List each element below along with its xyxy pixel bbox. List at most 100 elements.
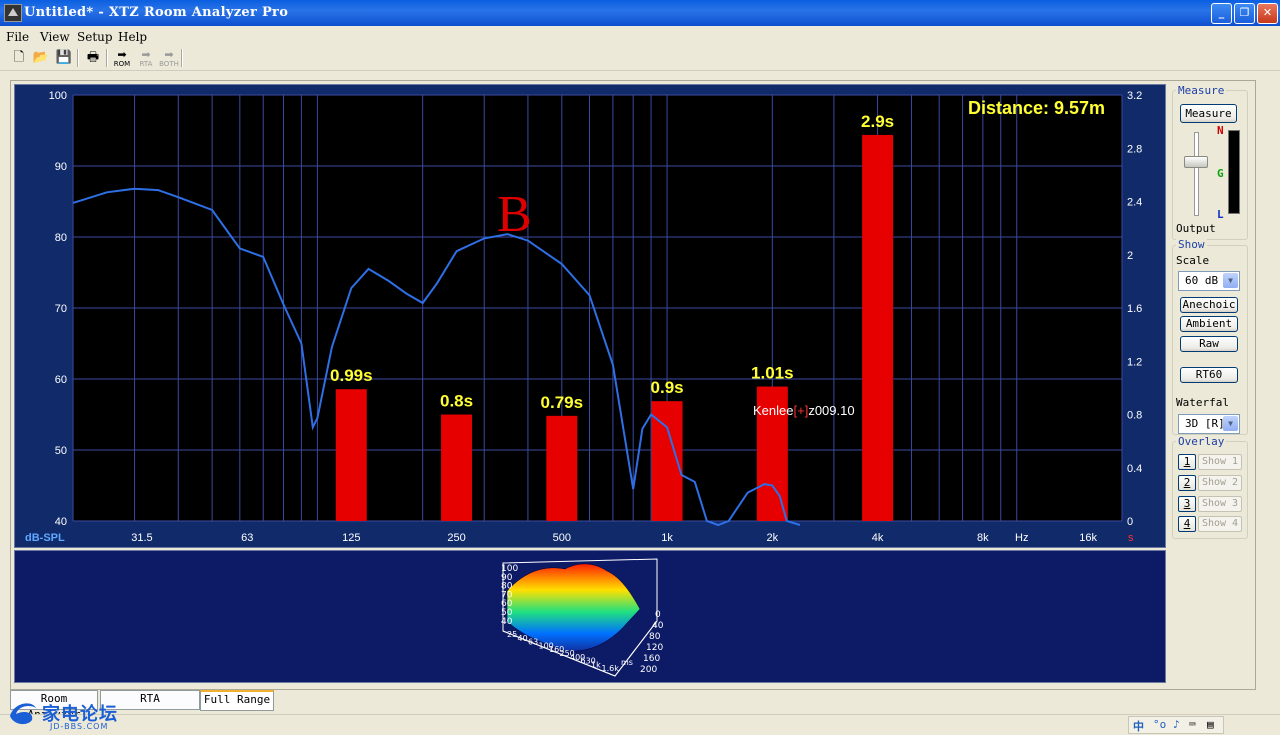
y-left-tick-label: 90 xyxy=(55,161,67,173)
both-button[interactable]: ➡ BOTH xyxy=(158,49,180,69)
annotation-b: B xyxy=(497,186,532,243)
logo-swirl-icon xyxy=(10,703,36,725)
ime-punct-icon[interactable]: °o xyxy=(1153,718,1166,731)
rom-label: ROM xyxy=(113,60,131,68)
waterfall-select[interactable]: 3D [R] ▼ xyxy=(1178,414,1240,434)
x-tick-label: 1k xyxy=(661,532,673,544)
raw-button[interactable]: Raw xyxy=(1180,336,1238,352)
x-unit-label: Hz xyxy=(1015,532,1028,544)
scale-label: Scale xyxy=(1176,254,1210,267)
maximize-button[interactable]: ❐ xyxy=(1234,3,1255,24)
waterfall-panel[interactable]: 100 90 80 70 60 50 40 25 40 63 100 160 250 400 630 1k 1… xyxy=(14,550,1166,683)
waterfall-time-unit: ms xyxy=(621,658,633,667)
measure-button[interactable]: Measure xyxy=(1180,104,1237,123)
rt60-bar-label: 2.9s xyxy=(861,112,894,131)
level-meter xyxy=(1228,130,1240,214)
scale-value: 60 dB xyxy=(1185,274,1219,287)
menu-view[interactable]: View xyxy=(40,30,70,44)
open-folder-icon[interactable]: 📂 xyxy=(32,49,50,67)
rta-button[interactable]: ➡ RTA xyxy=(135,49,157,69)
anechoic-button[interactable]: Anechoic xyxy=(1180,297,1238,313)
toolbar: 🗋 📂 💾 🖶 ➡ ROM ➡ RTA ➡ BOTH xyxy=(0,46,1280,71)
tab-full-range[interactable]: Full Range xyxy=(200,690,274,711)
x-tick-label: 250 xyxy=(447,532,465,544)
y-right-tick-label: 0 xyxy=(1127,516,1133,528)
ime-toolbar[interactable]: 中 °o ♪ ⌨ ▤ xyxy=(1128,716,1224,734)
ime-music-icon[interactable]: ♪ xyxy=(1173,718,1180,731)
rt60-bar-label: 0.9s xyxy=(651,378,684,397)
overlay-2-button[interactable]: 2 xyxy=(1178,475,1196,491)
meter-l-label: L xyxy=(1217,208,1224,221)
status-bar xyxy=(0,714,1280,735)
y-left-tick-label: 100 xyxy=(49,90,67,102)
waterfall-time-tick: 0 xyxy=(655,610,661,620)
y-right-tick-label: 1.6 xyxy=(1127,303,1142,315)
waterfall-freq-tick: 1k xyxy=(591,660,601,669)
menu-setup[interactable]: Setup xyxy=(77,30,113,44)
overlay-4-button[interactable]: 4 xyxy=(1178,516,1196,532)
arrow-right-icon: ➡ xyxy=(141,48,151,61)
distance-readout: Distance: 9.57m xyxy=(968,98,1106,118)
overlay-3-show[interactable]: Show 3 xyxy=(1198,496,1242,512)
chevron-down-icon: ▼ xyxy=(1223,416,1238,431)
overlay-4-show[interactable]: Show 4 xyxy=(1198,516,1242,532)
waterfall-freq-tick: 25 xyxy=(507,630,517,639)
ime-menu-icon[interactable]: ▤ xyxy=(1207,718,1214,731)
overlay-1-button[interactable]: 1 xyxy=(1178,454,1196,470)
chevron-down-icon: ▼ xyxy=(1223,273,1238,288)
overlay-2-show[interactable]: Show 2 xyxy=(1198,475,1242,491)
new-file-icon[interactable]: 🗋 xyxy=(10,49,28,67)
rt60-button[interactable]: RT60 xyxy=(1180,367,1238,383)
slider-thumb[interactable] xyxy=(1184,156,1208,168)
x-tick-label: 8k xyxy=(977,532,989,544)
chart-svg: 405060708090100 00.40.81.21.622.42.83.2 … xyxy=(25,90,1142,544)
waterfall-freq-tick: 40 xyxy=(518,634,528,643)
slider-track xyxy=(1194,132,1199,216)
save-icon[interactable]: 💾 xyxy=(55,49,73,67)
watermark: Kenlee[+]z009.10 xyxy=(753,403,855,418)
waterfall-time-tick: 120 xyxy=(646,643,663,653)
ambient-button[interactable]: Ambient xyxy=(1180,316,1238,332)
rt60-bar-label: 0.99s xyxy=(330,366,373,385)
rt60-bar-label: 1.01s xyxy=(751,364,794,383)
anechoic-label: Anechoic xyxy=(1182,298,1236,311)
app-icon[interactable] xyxy=(4,4,22,22)
waterfall-time-tick: 160 xyxy=(643,654,660,664)
waterfall-label: Waterfal xyxy=(1176,396,1229,409)
rom-button[interactable]: ➡ ROM xyxy=(111,49,133,69)
show-group-label: Show xyxy=(1176,238,1207,251)
measure-button-label: Measure xyxy=(1185,107,1232,120)
rt60-bar xyxy=(441,414,473,521)
x-tick-label: 125 xyxy=(342,532,360,544)
overlay-3-button[interactable]: 3 xyxy=(1178,496,1196,512)
scale-select[interactable]: 60 dB ▼ xyxy=(1178,271,1240,291)
waterfall-value: 3D [R] xyxy=(1185,417,1225,430)
minimize-button[interactable]: _ xyxy=(1211,3,1232,24)
ime-chinese-icon[interactable]: 中 xyxy=(1133,718,1144,734)
logo-subtext: JD-BBS.COM xyxy=(50,722,109,731)
x-tick-label: 4k xyxy=(872,532,884,544)
output-slider[interactable] xyxy=(1182,132,1210,216)
menu-file[interactable]: File xyxy=(6,30,29,44)
overlay-1-show[interactable]: Show 1 xyxy=(1198,454,1242,470)
overlay-group-label: Overlay xyxy=(1176,435,1227,448)
y-right-tick-label: 0.8 xyxy=(1127,410,1142,422)
y-left-tick-label: 60 xyxy=(55,374,67,386)
y-right-tick-label: 0.4 xyxy=(1127,463,1142,475)
menu-help[interactable]: Help xyxy=(118,30,147,44)
waterfall-3d-plot: 100908070605040 25 40 63 1001602504006301k 1… xyxy=(501,558,664,677)
output-label: Output xyxy=(1176,222,1216,235)
rt60-bar-label: 0.79s xyxy=(541,393,584,412)
toolbar-separator xyxy=(181,49,183,67)
y-right-unit: s xyxy=(1128,532,1134,544)
waterfall-freq-tick: 1.6k xyxy=(602,664,620,673)
ime-keyboard-icon[interactable]: ⌨ xyxy=(1189,718,1196,731)
close-button[interactable]: ✕ xyxy=(1257,3,1278,24)
print-icon[interactable]: 🖶 xyxy=(84,49,102,67)
x-tick-label: 63 xyxy=(241,532,253,544)
toolbar-separator xyxy=(106,49,108,67)
frequency-response-graph[interactable]: 40 50 60 70 80 90 100 0 0.4 0.8 1.2 1.6 2 2.4 2.8 3.2 … xyxy=(14,84,1166,548)
y-right-tick-label: 2 xyxy=(1127,250,1133,262)
waterfall-time-tick: 80 xyxy=(649,632,661,642)
y-left-ticks: 40 50 60 70 80 90 100 xyxy=(49,90,67,528)
